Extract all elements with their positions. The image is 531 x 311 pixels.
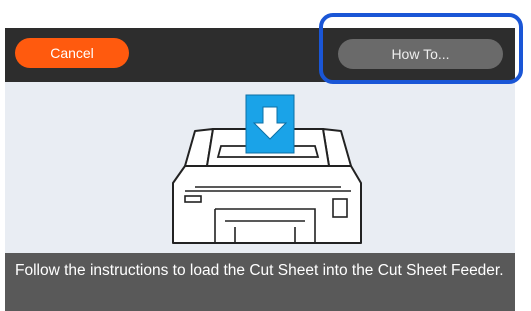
cancel-button[interactable]: Cancel <box>15 38 129 68</box>
how-to-button[interactable]: How To... <box>338 39 503 69</box>
printer-illustration <box>172 94 362 244</box>
top-bar: Cancel How To... <box>5 28 515 82</box>
printer-panel-screen: Cancel How To... Follow the instructions… <box>5 28 515 311</box>
instruction-message: Follow the instructions to load the Cut … <box>5 253 515 311</box>
